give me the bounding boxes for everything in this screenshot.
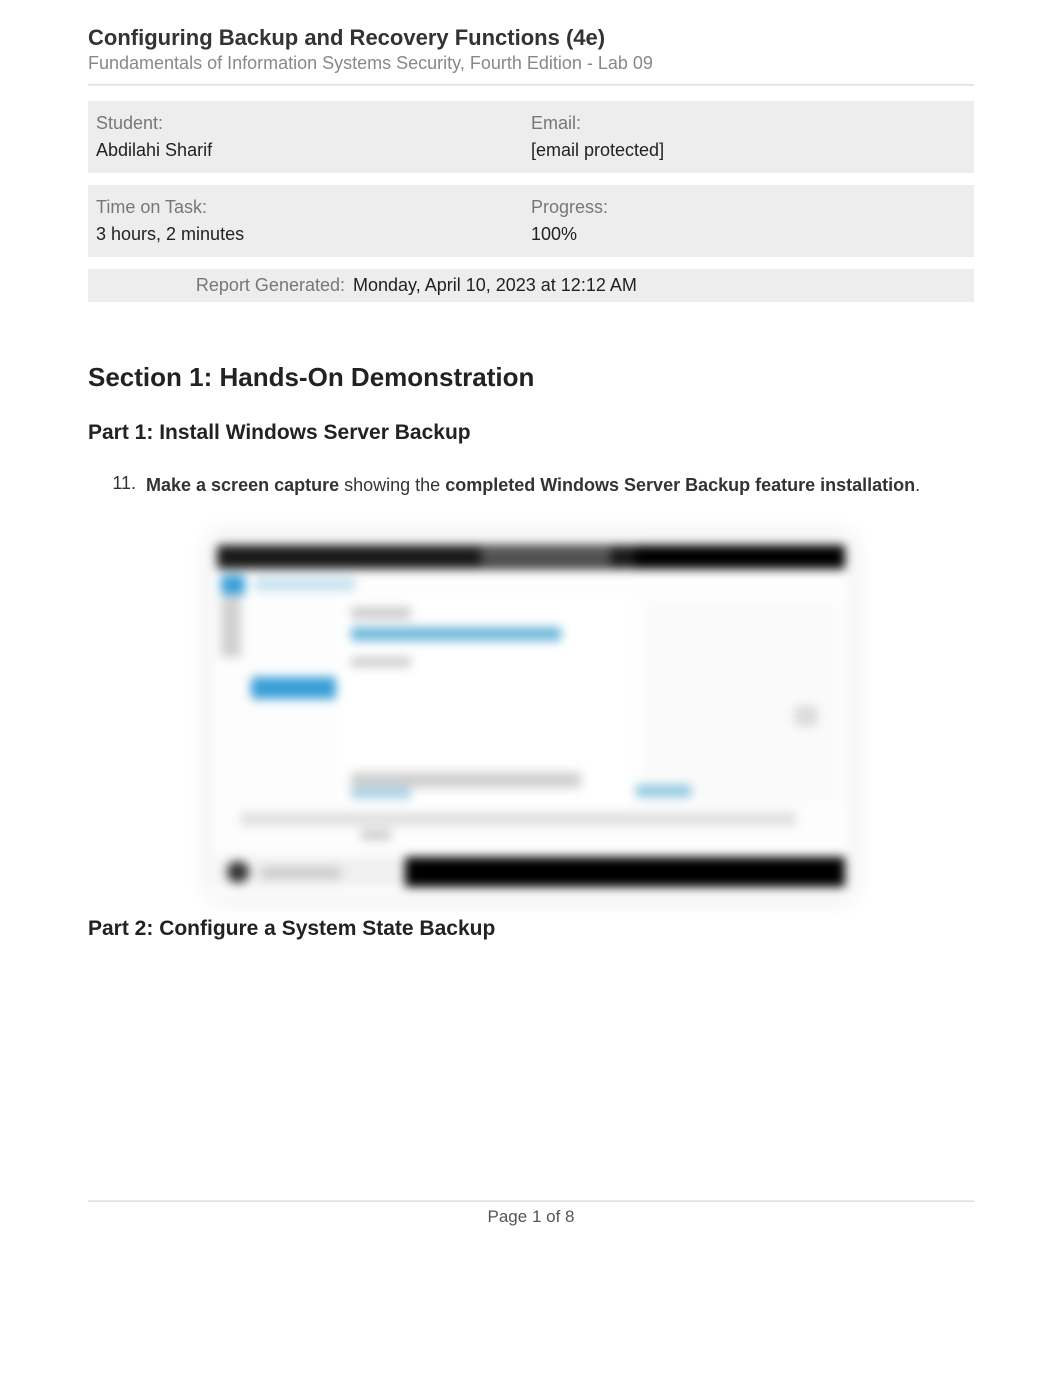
email-value: [email protected]	[531, 140, 966, 161]
report-generated-label: Report Generated:	[96, 275, 353, 296]
task-info-box: Time on Task: 3 hours, 2 minutes Progres…	[88, 185, 974, 257]
student-value: Abdilahi Sharif	[96, 140, 531, 161]
progress-value: 100%	[531, 224, 966, 245]
page-number: Page 1 of 8	[0, 1207, 1062, 1227]
instruction-bold-1: Make a screen capture	[146, 475, 339, 495]
instruction-bold-2: completed Windows Server Backup feature …	[445, 475, 915, 495]
student-label: Student:	[96, 113, 531, 134]
instruction-end: .	[915, 475, 920, 495]
footer-divider	[88, 1200, 974, 1202]
screenshot-container	[88, 537, 974, 897]
embedded-screenshot	[211, 537, 851, 897]
document-subtitle: Fundamentals of Information Systems Secu…	[88, 53, 974, 74]
report-generated-box: Report Generated: Monday, April 10, 2023…	[88, 269, 974, 302]
header-divider	[88, 84, 974, 86]
email-label: Email:	[531, 113, 966, 134]
instruction-item: 11. Make a screen capture showing the co…	[88, 473, 974, 497]
part2-title: Part 2: Configure a System State Backup	[88, 917, 974, 941]
time-label: Time on Task:	[96, 197, 531, 218]
document-title: Configuring Backup and Recovery Function…	[88, 25, 974, 51]
progress-label: Progress:	[531, 197, 966, 218]
section-title: Section 1: Hands-On Demonstration	[88, 362, 974, 393]
part1-title: Part 1: Install Windows Server Backup	[88, 421, 974, 445]
instruction-mid: showing the	[339, 475, 445, 495]
report-generated-value: Monday, April 10, 2023 at 12:12 AM	[353, 275, 637, 296]
instruction-number: 11.	[110, 473, 146, 497]
time-value: 3 hours, 2 minutes	[96, 224, 531, 245]
instruction-text: Make a screen capture showing the comple…	[146, 473, 920, 497]
student-info-box: Student: Abdilahi Sharif Email: [email p…	[88, 101, 974, 173]
